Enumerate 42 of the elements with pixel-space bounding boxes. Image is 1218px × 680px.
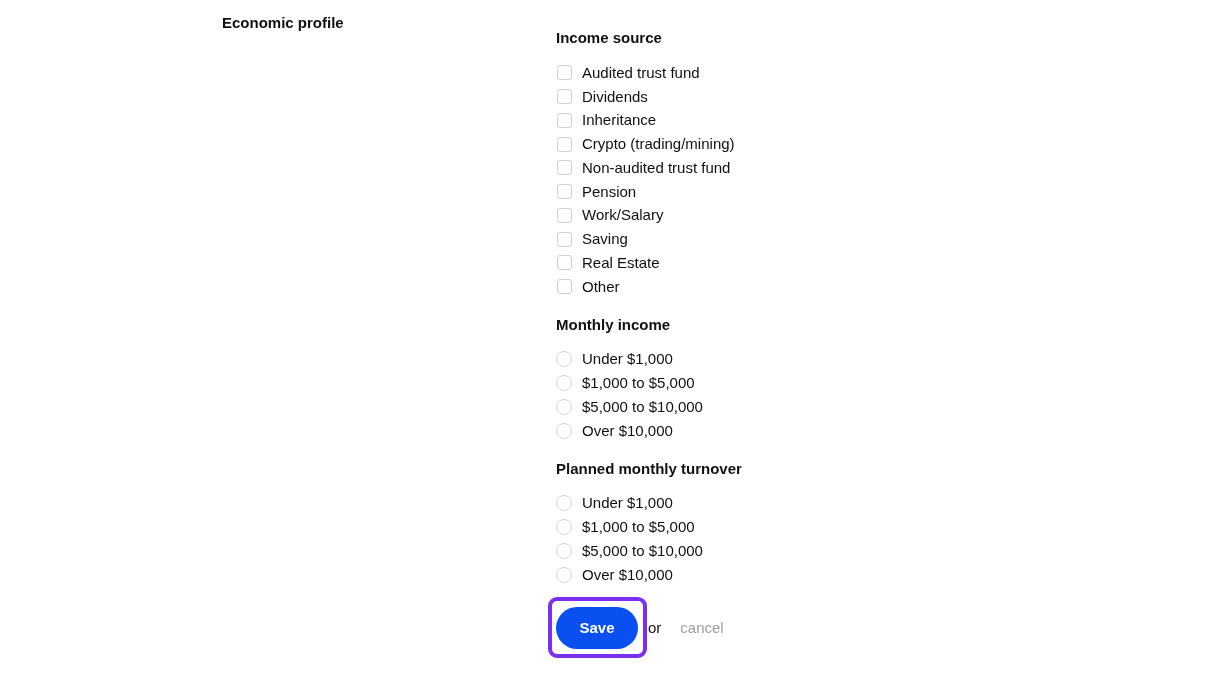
option-label: Real Estate [582, 253, 660, 272]
option-label: Under $1,000 [582, 494, 673, 513]
radio-button[interactable] [556, 398, 572, 415]
radio-button[interactable] [556, 542, 572, 559]
or-text: or [648, 618, 662, 636]
option-label: $5,000 to $10,000 [582, 397, 703, 416]
radio-button[interactable] [556, 422, 572, 439]
option-label: Under $1,000 [582, 350, 673, 369]
option-label: Saving [582, 230, 628, 249]
option-label: Inheritance [582, 111, 657, 130]
option-label: Audited trust fund [582, 63, 700, 82]
option-label: Dividends [582, 87, 648, 106]
checkbox[interactable] [557, 160, 572, 176]
option-label: Over $10,000 [582, 421, 673, 440]
radio-button[interactable] [556, 495, 572, 512]
group-heading: Planned monthly turnover [556, 459, 743, 478]
checkbox[interactable] [557, 112, 572, 128]
section-title: Economic profile [222, 14, 345, 32]
checkbox[interactable] [557, 89, 572, 105]
option-label: Work/Salary [582, 206, 664, 225]
radio-button[interactable] [556, 519, 572, 536]
option-label: $5,000 to $10,000 [582, 541, 703, 560]
checkbox[interactable] [557, 255, 572, 271]
option-label: $1,000 to $5,000 [582, 374, 695, 393]
option-label: $1,000 to $5,000 [582, 518, 695, 537]
checkbox[interactable] [557, 136, 572, 152]
checkbox[interactable] [557, 279, 572, 295]
option-label: Other [582, 277, 620, 296]
group-heading: Monthly income [556, 315, 672, 334]
radio-button[interactable] [556, 375, 572, 392]
option-label: Non-audited trust fund [582, 158, 731, 177]
checkbox[interactable] [557, 207, 572, 223]
radio-button[interactable] [556, 351, 572, 368]
option-label: Over $10,000 [582, 565, 673, 584]
checkbox[interactable] [557, 231, 572, 247]
radio-button[interactable] [556, 566, 572, 583]
group-heading: Income source [556, 29, 663, 47]
checkbox[interactable] [557, 184, 572, 200]
option-label: Pension [582, 182, 637, 201]
option-label: Crypto (trading/mining) [582, 135, 735, 154]
save-button[interactable]: Save [556, 606, 638, 649]
checkbox[interactable] [557, 65, 572, 81]
